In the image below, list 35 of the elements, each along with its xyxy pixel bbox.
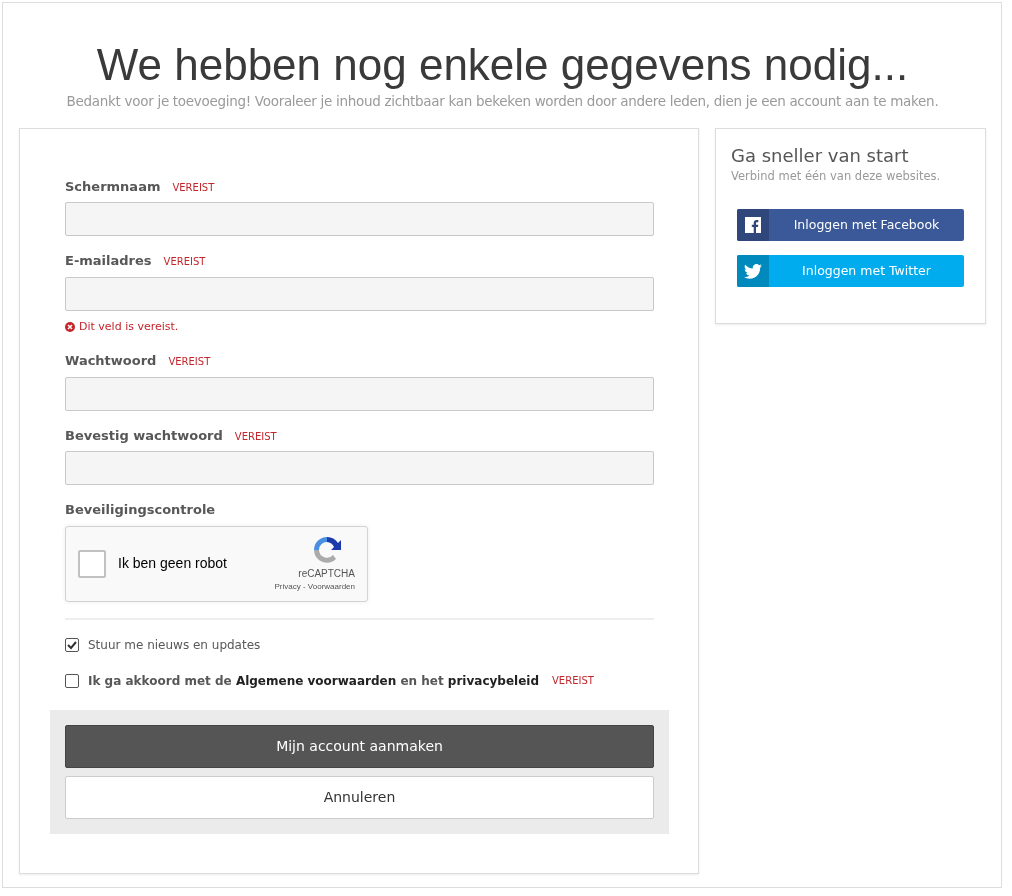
captcha-checkbox[interactable] [78, 549, 106, 578]
captcha-links[interactable]: Privacy - Voorwaarden [274, 581, 355, 594]
checkbox[interactable] [65, 637, 79, 652]
page-subtitle: Bedankt voor je toevoeging! Vooraleer je inhoud zichtbaar kan bekeken worden door andere leden, dien je een account aan te maken. [65, 92, 940, 112]
checkbox[interactable] [65, 673, 79, 688]
input-field[interactable] [65, 202, 654, 237]
page-title: We hebben nog enkele gegevens nodig... [95, 41, 910, 90]
panel-title: Ga sneller van start [731, 144, 910, 167]
field-label: Schermnaam [65, 178, 161, 194]
input-field[interactable] [65, 376, 654, 411]
required-tag: VEREIST [552, 673, 594, 689]
required-tag: VEREIST [234, 430, 277, 442]
required-tag: VEREIST [172, 181, 215, 193]
required-tag: VEREIST [163, 256, 206, 268]
terms-link[interactable]: Algemene voorwaarden [235, 673, 397, 688]
checkbox-label: Ik ga akkoord met de Algemene voorwaarden en het privacybeleid [88, 672, 540, 690]
error-icon [65, 321, 75, 332]
field-label: Bevestig wachtwoord [65, 427, 223, 443]
bird-icon [744, 264, 762, 279]
panel-subtitle: Verbind met één van deze websites. [731, 168, 942, 186]
cancel-button[interactable]: Annuleren [65, 775, 654, 819]
field-label: Wachtwoord [65, 353, 157, 369]
field-label: Beveiligingscontrole [65, 501, 217, 520]
field-label: E-mailadres [65, 253, 152, 269]
captcha-label: Ik ben geen robot [118, 554, 227, 574]
input-field[interactable] [65, 451, 654, 486]
error-message: Dit veld is vereist. [79, 318, 179, 335]
terms-link[interactable]: privacybeleid [447, 673, 540, 688]
input-field[interactable] [65, 276, 654, 311]
facebook-logo-icon [745, 217, 761, 234]
checkbox-label: Stuur me nieuws en updates [88, 636, 261, 654]
facebook-login-button[interactable]: Inloggen met Facebook [737, 209, 964, 242]
captcha-brand: reCAPTCHA [298, 567, 355, 582]
create-account-button[interactable]: Mijn account aanmaken [65, 724, 654, 768]
required-tag: VEREIST [168, 356, 211, 368]
